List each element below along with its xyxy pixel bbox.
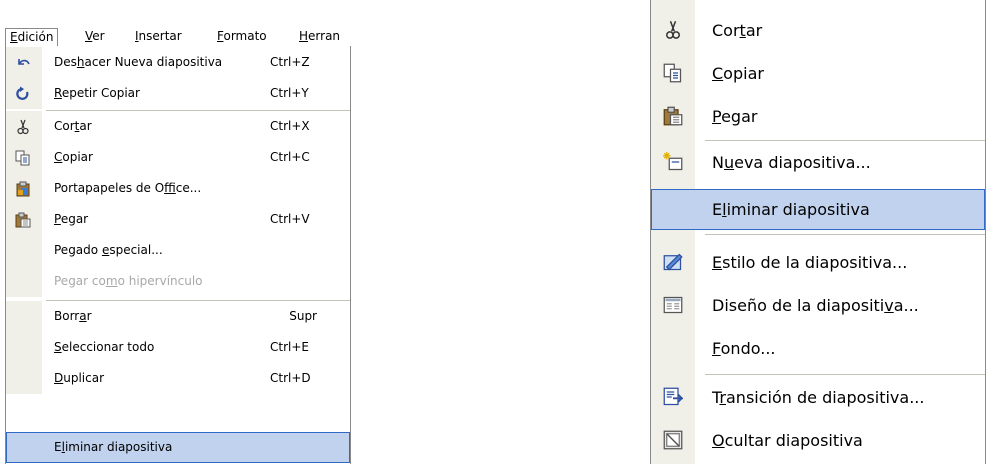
menu-item-shortcut: Ctrl+Z — [270, 55, 310, 69]
menu-item-shortcut: Ctrl+D — [270, 371, 311, 385]
menu-item-label: Eliminar diapositiva — [54, 440, 173, 454]
copy-icon — [663, 63, 682, 83]
paste-icon — [15, 212, 31, 228]
menu-item-label: Pegar como hipervínculo — [54, 274, 203, 288]
context-item-estilo-diapositiva[interactable]: Estilo de la diapositiva... — [651, 242, 985, 283]
menu-gutter — [6, 301, 42, 332]
menu-herramientas[interactable]: Herran — [295, 28, 344, 46]
scissors-icon — [17, 119, 29, 135]
edit-menu-dropdown: Deshacer Nueva diapositiva Ctrl+Z Repeti… — [5, 46, 351, 464]
redo-icon — [16, 86, 29, 100]
context-item-fondo[interactable]: Fondo... — [651, 328, 985, 369]
copy-icon — [15, 150, 30, 166]
menu-item-label: Duplicar — [54, 371, 105, 385]
menu-item-label: Fondo... — [712, 339, 776, 358]
menu-item-deshacer[interactable]: Deshacer Nueva diapositiva Ctrl+Z — [6, 47, 350, 78]
context-item-nueva-diapositiva[interactable]: Nueva diapositiva... — [651, 142, 985, 183]
menu-item-shortcut: Ctrl+X — [270, 119, 310, 133]
menu-item-shortcut: Ctrl+E — [270, 340, 309, 354]
menu-item-shortcut: Ctrl+C — [270, 150, 310, 164]
transition-icon — [663, 387, 683, 406]
context-item-ocultar-diapositiva[interactable]: Ocultar diapositiva — [651, 420, 985, 461]
undo-icon — [18, 59, 30, 65]
menu-edicion[interactable]: Edición — [5, 28, 59, 46]
menu-item-pegar[interactable]: Pegar Ctrl+V — [6, 204, 350, 235]
menu-item-duplicar[interactable]: Duplicar Ctrl+D — [6, 363, 350, 394]
menu-item-label: Pegado especial... — [54, 243, 163, 257]
slide-context-menu: Cortar Copiar Pegar Nueva diapositiva...… — [650, 0, 986, 464]
menu-item-label: Eliminar diapositiva — [712, 200, 870, 219]
paste-icon — [663, 106, 683, 126]
slide-layout-icon — [663, 296, 683, 314]
menu-item-label: Repetir Copiar — [54, 86, 140, 100]
menu-label: nsertar — [138, 29, 182, 43]
menu-item-portapapeles[interactable]: Portapapeles de Office... — [6, 173, 350, 204]
scissors-icon — [666, 20, 680, 39]
menu-insertar[interactable]: Insertar — [131, 28, 186, 46]
menu-item-borrar[interactable]: Borrar Supr — [6, 301, 350, 332]
menu-item-label: Copiar — [54, 150, 93, 164]
menu-item-label: Pegar — [712, 107, 758, 126]
menu-gutter — [6, 266, 42, 297]
context-item-copiar[interactable]: Copiar — [651, 53, 985, 94]
hide-slide-icon — [663, 430, 683, 450]
menu-item-shortcut: Ctrl+Y — [270, 86, 309, 100]
menu-item-repetir[interactable]: Repetir Copiar Ctrl+Y — [6, 78, 350, 109]
context-item-transicion[interactable]: Transición de diapositiva... — [651, 377, 985, 418]
context-item-eliminar-diapositiva[interactable]: Eliminar diapositiva — [651, 189, 985, 230]
menu-mnemonic: H — [299, 29, 309, 43]
context-item-diseno-diapositiva[interactable]: Diseño de la diapositiva... — [651, 285, 985, 326]
slide-style-icon — [663, 253, 683, 271]
menu-item-label: Copiar — [712, 64, 764, 83]
office-clipboard-icon — [16, 181, 30, 197]
menu-separator — [705, 234, 985, 235]
menu-item-pegar-hipervinculo: Pegar como hipervínculo — [6, 266, 350, 297]
menu-item-copiar[interactable]: Copiar Ctrl+C — [6, 142, 350, 173]
menu-item-pegado-especial[interactable]: Pegado especial... — [6, 235, 350, 266]
menu-item-cortar[interactable]: Cortar Ctrl+X — [6, 111, 350, 142]
menu-item-seleccionar-todo[interactable]: Seleccionar todo Ctrl+E — [6, 332, 350, 363]
context-item-cortar[interactable]: Cortar — [651, 10, 985, 51]
menu-bar: Edición Ver Insertar Formato Herran — [5, 28, 351, 46]
menu-item-label: Pegar — [54, 212, 89, 226]
menu-formato[interactable]: Formato — [213, 28, 271, 46]
menu-label: ormato — [223, 29, 267, 43]
menu-item-eliminar-diapositiva[interactable]: Eliminar diapositiva — [6, 432, 350, 463]
menu-item-label: Cortar — [54, 119, 92, 133]
menu-label: erran — [308, 29, 341, 43]
menu-item-shortcut: Ctrl+V — [270, 212, 310, 226]
context-item-pegar[interactable]: Pegar — [651, 96, 985, 137]
menu-item-label: Estilo de la diapositiva... — [712, 253, 908, 272]
menu-item-label: Diseño de la diapositiva... — [712, 296, 919, 315]
menu-mnemonic: E — [10, 30, 18, 44]
menu-gutter — [6, 235, 42, 266]
menu-label: er — [92, 29, 105, 43]
menu-item-label: Portapapeles de Office... — [54, 181, 202, 195]
menu-item-shortcut: Supr — [289, 309, 317, 323]
menu-item-label: Cortar — [712, 21, 763, 40]
menu-gutter — [6, 432, 42, 463]
new-slide-icon — [663, 152, 683, 171]
menu-item-label: Nueva diapositiva... — [712, 153, 871, 172]
menu-label: dición — [17, 30, 54, 44]
menu-item-label: Transición de diapositiva... — [712, 388, 925, 407]
menu-item-label: Borrar — [54, 309, 92, 323]
menu-gutter — [6, 363, 42, 394]
menu-separator — [705, 140, 985, 141]
menu-item-label: Deshacer Nueva diapositiva — [54, 55, 223, 69]
menu-gutter — [6, 332, 42, 363]
menu-separator — [705, 374, 985, 375]
menu-item-label: Ocultar diapositiva — [712, 431, 863, 450]
menu-ver[interactable]: Ver — [81, 28, 109, 46]
menu-item-label: Seleccionar todo — [54, 340, 155, 354]
